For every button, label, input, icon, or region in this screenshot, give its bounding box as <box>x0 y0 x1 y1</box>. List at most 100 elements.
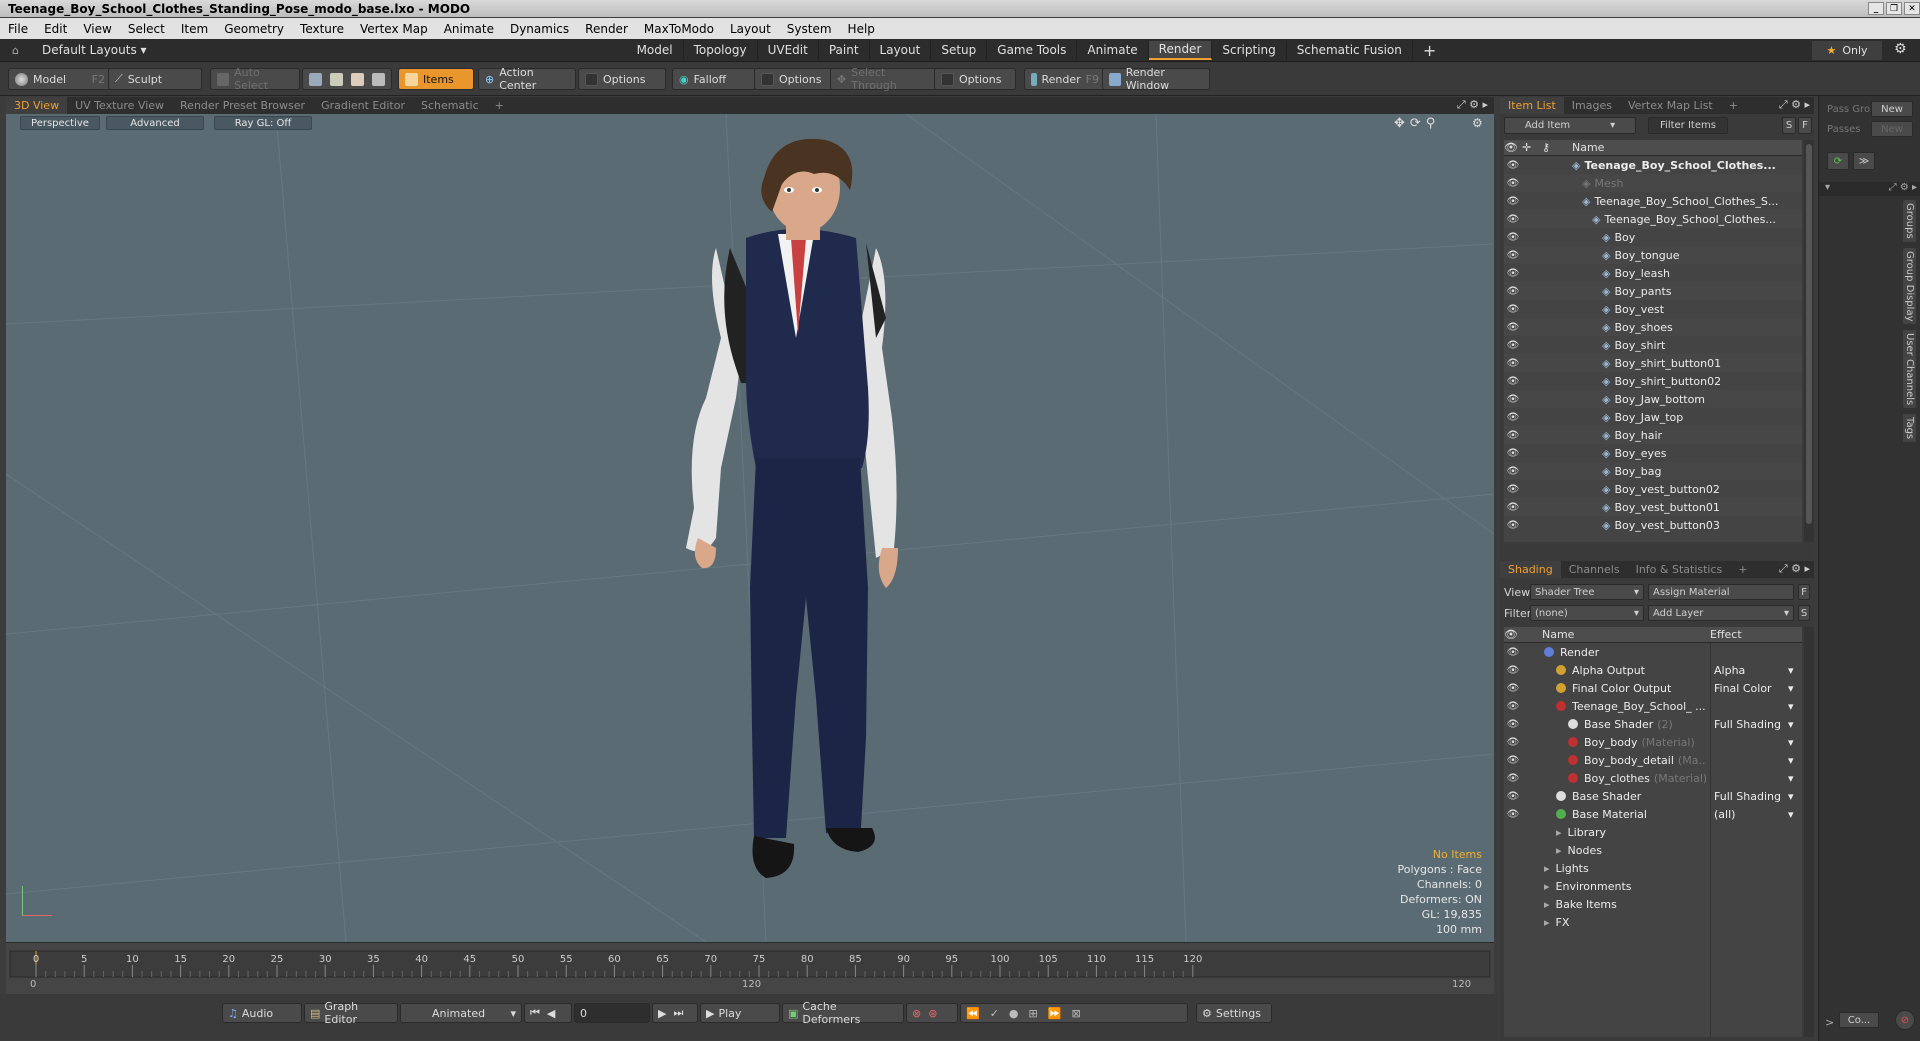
visibility-eye-icon[interactable]: 👁 <box>1504 196 1522 207</box>
skip-back-icon[interactable]: ⏮ <box>530 1006 543 1020</box>
visibility-eye-icon[interactable]: 👁 <box>1504 647 1522 658</box>
menu-vertex-map[interactable]: Vertex Map <box>352 22 436 36</box>
effect-dropdown-chevron-icon[interactable]: ▾ <box>1788 772 1794 785</box>
delete-key-icon[interactable]: ✓ <box>990 1007 1005 1020</box>
viewport-panel-controls-icon[interactable]: ⤢ ⚙ ▸ <box>1457 98 1488 112</box>
item-list-row[interactable]: 👁 ◈ Boy_shoes <box>1504 318 1802 336</box>
shader-tree-row[interactable]: 👁 Boy_body (Material) ▾ <box>1504 733 1802 751</box>
visibility-eye-icon[interactable]: 👁 <box>1504 358 1522 369</box>
item-list-row[interactable]: 👁 ◈ Teenage_Boy_School_Clothes_S... <box>1504 192 1802 210</box>
item-list-row[interactable]: 👁 ◈ Boy_vest <box>1504 300 1802 318</box>
gear-icon[interactable]: ⚙ <box>1894 41 1907 57</box>
shading-tab-shading[interactable]: Shading <box>1500 561 1561 578</box>
shader-tree-row[interactable]: 👁 Final Color Output Final Color ▾ <box>1504 679 1802 697</box>
menu-dynamics[interactable]: Dynamics <box>502 22 577 36</box>
visibility-eye-icon[interactable]: 👁 <box>1504 502 1522 513</box>
render-button[interactable]: Render F9 <box>1024 68 1106 90</box>
item-tab-item-list[interactable]: Item List <box>1500 97 1564 114</box>
visibility-eye-icon[interactable]: 👁 <box>1504 412 1522 423</box>
shader-tree-row[interactable]: 👁 Base Material (all) ▾ <box>1504 805 1802 823</box>
effect-dropdown-chevron-icon[interactable]: ▾ <box>1788 790 1794 803</box>
visibility-eye-icon[interactable]: 👁 <box>1504 394 1522 405</box>
item-list-s-button[interactable]: S <box>1782 117 1796 134</box>
visibility-eye-icon[interactable]: 👁 <box>1504 791 1522 802</box>
select-options-checkbox[interactable] <box>941 72 954 86</box>
record-icon[interactable]: ● <box>1009 1007 1025 1020</box>
view-tab-schematic[interactable]: Schematic <box>413 97 487 114</box>
frame-input[interactable]: 0 <box>574 1003 650 1023</box>
visibility-eye-icon[interactable]: 👁 <box>1504 719 1522 730</box>
menu-render[interactable]: Render <box>577 22 636 36</box>
graph-editor-button[interactable]: ▤ Graph Editor <box>304 1000 398 1026</box>
visibility-eye-icon[interactable]: 👁 <box>1504 232 1522 243</box>
visibility-eye-icon[interactable]: 👁 <box>1504 773 1522 784</box>
shader-tree-row[interactable]: ▸ FX <box>1504 913 1802 931</box>
visibility-eye-icon[interactable]: 👁 <box>1504 214 1522 225</box>
layout-tab-paint[interactable]: Paint <box>819 40 870 60</box>
shader-tree-row[interactable]: ▸ Lights <box>1504 859 1802 877</box>
shader-effect[interactable]: Alpha <box>1714 664 1745 677</box>
add-tab-icon[interactable]: + <box>1721 97 1746 114</box>
menu-layout[interactable]: Layout <box>722 22 779 36</box>
shading-panel-controls-icon[interactable]: ⤢ ⚙ ▸ <box>1779 562 1810 576</box>
item-list-row[interactable]: 👁 ◈ Boy_Jaw_bottom <box>1504 390 1802 408</box>
set-key-icon[interactable]: ⊞ <box>1029 1007 1044 1020</box>
render-window-button[interactable]: Render Window <box>1102 66 1210 92</box>
shader-effect[interactable]: Full Shading <box>1714 790 1781 803</box>
visibility-eye-icon[interactable]: 👁 <box>1504 683 1522 694</box>
action-center-button[interactable]: ⊕ Action Center <box>478 66 576 92</box>
falloff-options-checkbox[interactable] <box>761 72 774 86</box>
stop-icon[interactable]: ⊘ <box>1895 1010 1915 1030</box>
effect-dropdown-chevron-icon[interactable]: ▾ <box>1788 682 1794 695</box>
layout-tab-setup[interactable]: Setup <box>931 40 988 60</box>
effect-dropdown-chevron-icon[interactable]: ▾ <box>1788 754 1794 767</box>
animated-dropdown[interactable]: Animated ▾ <box>400 1003 522 1023</box>
effect-dropdown-chevron-icon[interactable]: ▾ <box>1788 664 1794 677</box>
polygon-mode-icon[interactable] <box>351 72 364 86</box>
view-tab-uv-texture-view[interactable]: UV Texture View <box>67 97 172 114</box>
visibility-eye-icon[interactable]: 👁 <box>1504 755 1522 766</box>
effect-dropdown-chevron-icon[interactable]: ▾ <box>1788 700 1794 713</box>
select-through-button[interactable]: ✥ Select Through <box>830 66 940 92</box>
layout-tab-layout[interactable]: Layout <box>870 40 932 60</box>
view-tab-3d-view[interactable]: 3D View <box>6 97 68 114</box>
visibility-eye-icon[interactable]: 👁 <box>1504 430 1522 441</box>
side-tab-groups[interactable]: Groups <box>1903 200 1916 242</box>
sculpt-mode-button[interactable]: ⟋ Sculpt <box>108 68 202 90</box>
viewport-navigation-icons[interactable]: ✥⟳⚲ <box>1394 116 1440 131</box>
visibility-eye-icon[interactable]: 👁 <box>1504 665 1522 676</box>
add-tab-icon[interactable]: + <box>1730 561 1755 578</box>
view-tab-gradient-editor[interactable]: Gradient Editor <box>313 97 413 114</box>
add-layout-icon[interactable]: + <box>1423 41 1436 60</box>
shading-s-button[interactable]: S <box>1798 605 1810 621</box>
visibility-eye-icon[interactable]: 👁 <box>1504 809 1522 820</box>
layout-tab-animate[interactable]: Animate <box>1077 40 1149 60</box>
pass-subpanel-controls-icon[interactable]: ⤢ ⚙ ▸ <box>1889 182 1917 193</box>
layout-tab-scripting[interactable]: Scripting <box>1212 40 1287 60</box>
key-options-icon[interactable]: ⊠ <box>1071 1007 1086 1020</box>
item-tab-vertex-map-list[interactable]: Vertex Map List <box>1620 97 1721 114</box>
restore-button[interactable]: ❐ <box>1886 2 1902 15</box>
shader-tree-row[interactable]: 👁 Alpha Output Alpha ▾ <box>1504 661 1802 679</box>
visibility-eye-icon[interactable]: 👁 <box>1504 322 1522 333</box>
model-mode-button[interactable]: Model F2 <box>8 68 112 90</box>
shader-tree-row[interactable]: ▸ Library <box>1504 823 1802 841</box>
audio-button[interactable]: ♫ Audio <box>222 1003 302 1023</box>
select-through-options-button[interactable]: Options <box>934 68 1016 90</box>
item-list-row[interactable]: 👁 ◈ Boy_shirt_button02 <box>1504 372 1802 390</box>
shader-effect[interactable]: Full Shading <box>1714 718 1781 731</box>
assign-material-dropdown[interactable]: Assign Material <box>1648 584 1794 600</box>
menu-texture[interactable]: Texture <box>292 22 352 36</box>
skip-forward-icon[interactable]: ⏭ <box>673 1006 686 1020</box>
cache-deformers-button[interactable]: ▣ Cache Deformers <box>782 1000 904 1026</box>
shader-tree-row[interactable]: 👁 Base Shader (2) Full Shading ▾ <box>1504 715 1802 733</box>
shader-tree-row[interactable]: ▸ Environments <box>1504 877 1802 895</box>
next-key-icon[interactable]: ⏩ <box>1048 1007 1068 1020</box>
visibility-eye-icon[interactable]: 👁 <box>1504 448 1522 459</box>
visibility-eye-icon[interactable]: 👁 <box>1504 484 1522 495</box>
filter-items-input[interactable]: Filter Items <box>1648 117 1728 134</box>
view-tab-render-preset-browser[interactable]: Render Preset Browser <box>172 97 313 114</box>
shader-tree-row[interactable]: 👁 Boy_body_detail (Ma... ▾ <box>1504 751 1802 769</box>
items-mode-button[interactable]: Items <box>398 68 474 90</box>
refresh-icon[interactable]: ⟳ <box>1827 152 1849 170</box>
